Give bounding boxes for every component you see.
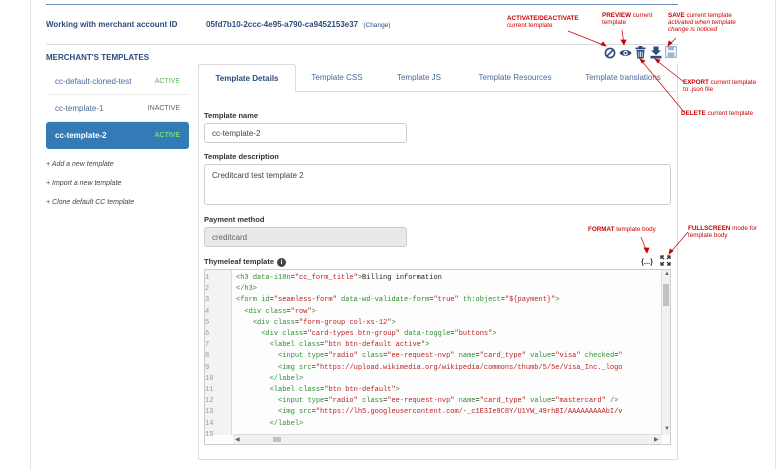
template-description-textarea[interactable]: Creditcard test template 2	[204, 164, 671, 205]
code-line: 11 <label class="btn btn-default">	[205, 386, 400, 394]
annotation-fullscreen: FULLSCREEN mode for template body	[688, 225, 757, 240]
scroll-down-icon[interactable]: ▼	[664, 426, 670, 432]
code-line: 13 <img src="https://lh5.googleuserconte…	[205, 408, 623, 417]
line-number: 13	[205, 408, 214, 417]
code-line: 9 <img src="https://upload.wikimedia.org…	[205, 363, 623, 372]
code-line: 6 <div class="card-types btn-group" data…	[205, 330, 497, 338]
line-number: 12	[205, 397, 214, 406]
header-divider	[46, 44, 678, 45]
tab-template-details[interactable]: Template Details	[198, 64, 296, 92]
tab-template-css[interactable]: Template CSS	[296, 64, 378, 92]
trash-icon[interactable]	[635, 46, 646, 62]
code-editor[interactable]: 1 <h3 data-i18n="cc_form_title">Billing i…	[204, 269, 671, 445]
template-name: cc-default-cloned-test	[55, 76, 132, 86]
template-actions: + Add a new template + Import a new temp…	[46, 160, 134, 217]
template-name-label: Template name	[204, 111, 259, 120]
line-number: 1	[205, 274, 210, 282]
annotation-activate: ACTIVATE/DEACTIVATE current template	[507, 15, 579, 30]
template-status: ACTIVE	[154, 77, 180, 85]
line-number: 4	[205, 307, 210, 316]
info-icon[interactable]: i	[277, 257, 287, 267]
annotation-delete: DELETE current template	[681, 110, 754, 117]
tab-template-translations[interactable]: Template translations	[570, 64, 676, 92]
template-status: ACTIVE	[154, 132, 180, 139]
editor-vertical-scrollbar[interactable]: ▲ ▼	[661, 270, 670, 435]
line-number: 11	[205, 386, 214, 394]
import-template-link[interactable]: + Import a new template	[46, 179, 134, 198]
template-name-input[interactable]: cc-template-2	[204, 123, 407, 143]
template-list: cc-default-cloned-test ACTIVE cc-templat…	[46, 68, 189, 149]
template-status: INACTIVE	[147, 104, 180, 112]
thymeleaf-template-label: Thymeleaf template i	[204, 257, 287, 267]
code-line: 15	[205, 430, 215, 441]
payment-method-input: creditcard	[204, 227, 407, 247]
line-number: 14	[205, 419, 214, 428]
template-item[interactable]: cc-template-1 INACTIVE	[46, 95, 189, 122]
template-name: cc-template-2	[55, 131, 107, 140]
fullscreen-icon[interactable]	[660, 255, 671, 269]
code-line: 2 </h3>	[205, 285, 258, 294]
editor-horizontal-scrollbar[interactable]: ◀ ▶	[233, 434, 662, 444]
templates-section-title: MERCHANT'S TEMPLATES	[46, 53, 150, 62]
line-number: 7	[205, 341, 210, 350]
code-line: 14 </label>	[205, 419, 304, 428]
top-divider	[46, 4, 678, 5]
line-number: 8	[205, 352, 210, 361]
code-line: 10 </label>	[205, 374, 304, 383]
annotation-export: EXPORT current template to .json file	[683, 79, 757, 94]
save-icon[interactable]	[665, 46, 678, 61]
line-number: 15	[205, 430, 214, 439]
vertical-scroll-thumb[interactable]	[663, 284, 669, 306]
line-number: 2	[205, 285, 210, 294]
template-name: cc-template-1	[55, 103, 104, 113]
horizontal-scroll-thumb[interactable]	[273, 437, 281, 442]
code-line: 8 <input type="radio" class="ee-request-…	[205, 352, 623, 361]
clone-template-link[interactable]: + Clone default CC template	[46, 198, 134, 217]
template-tabs: Template Details Template CSS Template J…	[198, 64, 676, 92]
code-line: 7 <label class="btn btn-default active">	[205, 341, 430, 350]
code-line: 12 <input type="radio" class="ee-request…	[205, 397, 619, 406]
template-description-label: Template description	[204, 152, 279, 161]
template-item-selected[interactable]: cc-template-2 ACTIVE	[46, 122, 189, 149]
code-line: 5 <div class="form-group col-xs-12">	[205, 318, 396, 327]
change-merchant-link[interactable]: (Change)	[363, 22, 390, 29]
line-number: 10	[205, 374, 214, 383]
ban-icon[interactable]	[604, 47, 616, 62]
code-line: 4 <div class="row">	[205, 307, 316, 316]
format-icon[interactable]: {...}	[641, 256, 653, 267]
eye-icon[interactable]	[619, 47, 632, 62]
annotation-preview: PREVIEW current template	[602, 12, 653, 27]
merchant-account-label: Working with merchant account ID	[46, 20, 178, 29]
add-template-link[interactable]: + Add a new template	[46, 160, 134, 179]
export-icon[interactable]	[650, 46, 662, 62]
line-number: 5	[205, 318, 210, 327]
scroll-right-icon[interactable]: ▶	[654, 436, 659, 443]
payment-method-label: Payment method	[204, 215, 265, 224]
merchant-id-value: 05fd7b10-2ccc-4e95-a790-ca9452153e37	[206, 20, 359, 29]
merchant-account-id: 05fd7b10-2ccc-4e95-a790-ca9452153e37 (Ch…	[206, 20, 390, 29]
line-number: 6	[205, 330, 210, 338]
annotation-save: SAVE current template activated when temp…	[668, 12, 736, 34]
scroll-left-icon[interactable]: ◀	[235, 436, 240, 443]
tab-template-resources[interactable]: Template Resources	[460, 64, 570, 92]
template-item[interactable]: cc-default-cloned-test ACTIVE	[46, 68, 189, 95]
code-line: 1 <h3 data-i18n="cc_form_title">Billing i…	[205, 274, 442, 282]
scroll-up-icon[interactable]: ▲	[664, 271, 670, 277]
line-number: 3	[205, 296, 210, 305]
tab-template-js[interactable]: Template JS	[378, 64, 460, 92]
annotation-format: FORMAT template body	[588, 226, 656, 233]
thymeleaf-label-text: Thymeleaf template	[204, 257, 275, 266]
line-number: 9	[205, 363, 210, 372]
code-line: 3 <form id="seamless-form" data-wd-valida…	[205, 296, 560, 305]
